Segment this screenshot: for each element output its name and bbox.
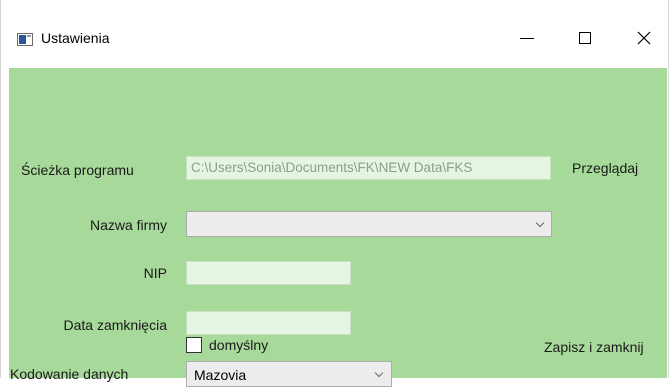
settings-window: Ustawienia Ścieżka programu C:\Users\Son… — [0, 0, 669, 387]
close-button[interactable] — [621, 22, 667, 54]
chevron-down-icon — [374, 368, 384, 378]
encoding-selected-value: Mazovia — [194, 367, 247, 383]
close-icon — [637, 31, 651, 45]
title-bar[interactable]: Ustawienia — [1, 0, 668, 68]
close-date-label: Data zamknięcia — [63, 317, 168, 333]
company-label: Nazwa firmy — [89, 217, 167, 233]
maximize-icon — [579, 32, 591, 44]
app-window-icon — [17, 33, 33, 46]
path-input[interactable]: C:\Users\Sonia\Documents\FK\NEW Data\FKS — [186, 156, 551, 180]
path-label: Ścieżka programu — [21, 162, 134, 178]
encoding-dropdown[interactable]: Mazovia — [186, 361, 392, 387]
settings-panel: Ścieżka programu C:\Users\Sonia\Document… — [9, 68, 667, 387]
company-dropdown[interactable] — [186, 211, 552, 237]
save-and-close-button[interactable]: Zapisz i zamknij — [544, 339, 644, 355]
default-checkbox[interactable] — [186, 337, 202, 353]
browse-button[interactable]: Przeglądaj — [572, 160, 638, 176]
close-date-input[interactable] — [186, 311, 351, 335]
minimize-button[interactable] — [504, 22, 550, 54]
window-title: Ustawienia — [41, 30, 110, 46]
minimize-icon — [520, 37, 534, 39]
chevron-down-icon — [535, 218, 545, 228]
default-checkbox-label[interactable]: domyślny — [209, 337, 268, 353]
nip-input[interactable] — [186, 261, 351, 285]
encoding-label: Kodowanie danych — [10, 366, 129, 382]
maximize-button[interactable] — [562, 22, 608, 54]
nip-label: NIP — [143, 265, 167, 281]
